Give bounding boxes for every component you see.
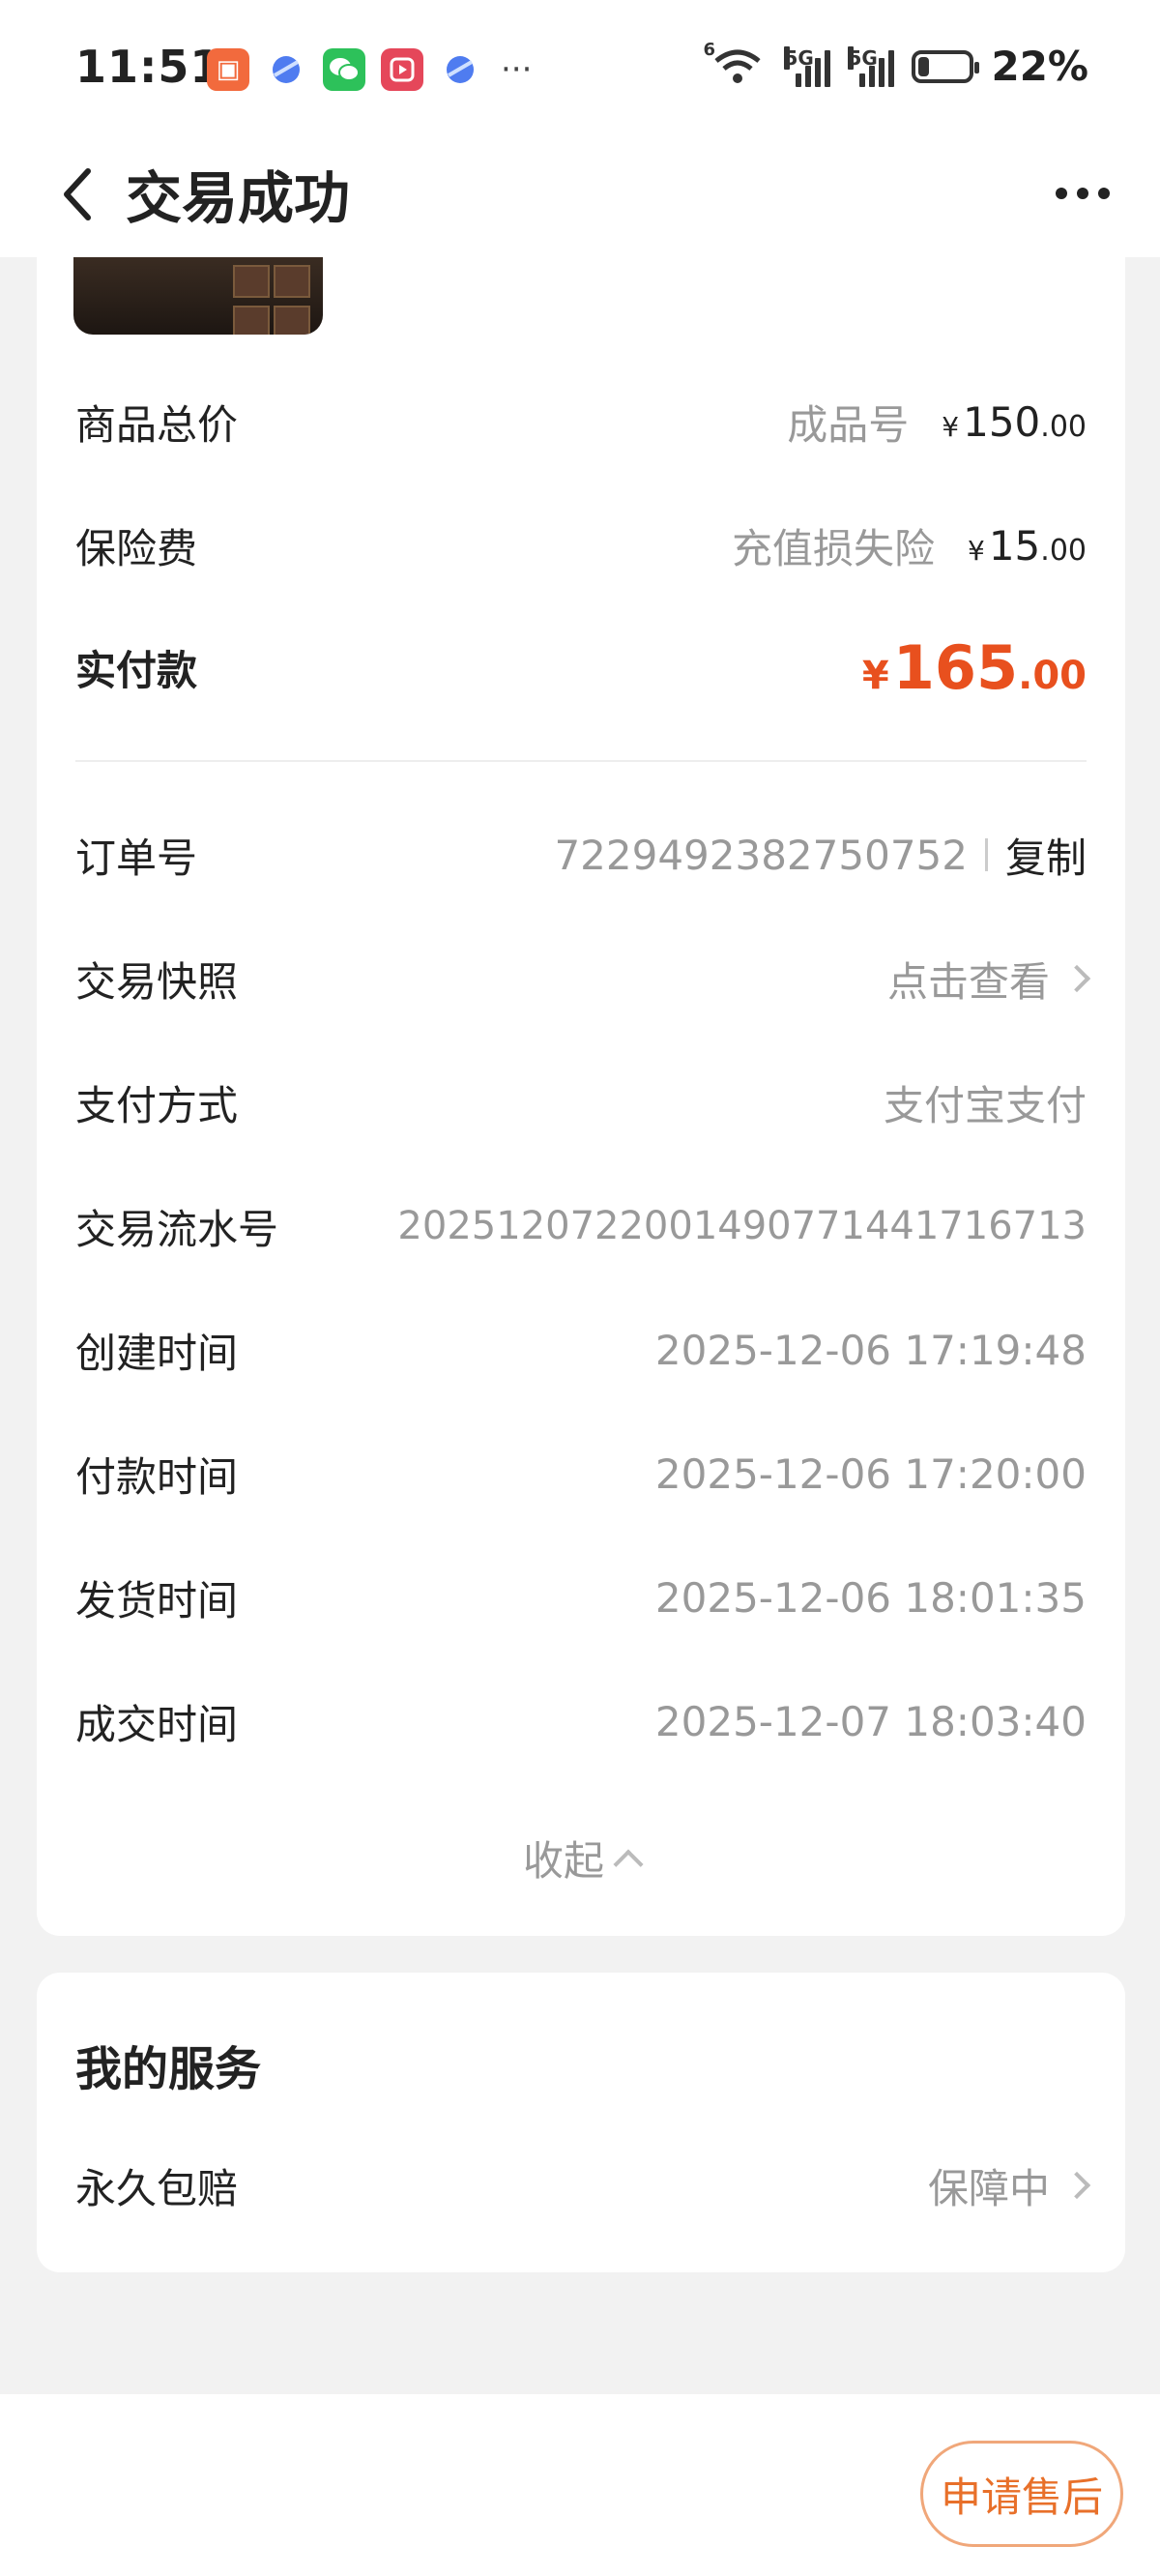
insurance-label: 保险费: [75, 524, 198, 572]
paid-time-label: 付款时间: [75, 1452, 239, 1501]
snapshot-link[interactable]: 点击查看: [886, 950, 1091, 1009]
created-label: 创建时间: [75, 1329, 239, 1377]
copy-button[interactable]: 复制: [1005, 826, 1087, 885]
done-time-row: 成交时间 2025-12-07 18:03:40: [75, 1692, 1087, 1750]
guarantee-label: 永久包赔: [75, 2164, 239, 2212]
pay-method-row: 支付方式 支付宝支付: [75, 1073, 1087, 1131]
shipped-label: 发货时间: [75, 1576, 239, 1625]
browser-app-icon-2: [439, 48, 481, 91]
insurance-type: 充值损失险: [731, 524, 935, 572]
goods-total-label: 商品总价: [75, 400, 239, 449]
more-notifications-icon: ···: [501, 50, 533, 89]
more-dot-icon: [1077, 188, 1088, 199]
currency-symbol: ¥: [968, 534, 985, 567]
shipped-time-row: 发货时间 2025-12-06 18:01:35: [75, 1568, 1087, 1626]
order-no-label: 订单号: [75, 834, 198, 882]
battery-percent: 22%: [991, 43, 1088, 90]
pay-method-label: 支付方式: [75, 1081, 239, 1129]
paid-amount: ¥ 165 .00: [862, 632, 1087, 703]
battery-fill: [918, 56, 930, 76]
kuaishou-app-icon: ▣: [207, 48, 249, 91]
network-type-label: 5G: [784, 45, 814, 70]
guarantee-row[interactable]: 永久包赔 保障中: [75, 2156, 1091, 2215]
signal-icon-sim2: 5G: [848, 45, 895, 87]
bottom-action-bar: 申请售后: [0, 2394, 1160, 2576]
pay-method-value: 支付宝支付: [883, 1081, 1087, 1129]
goods-total-value: 成品号 ¥ 150 .00: [787, 393, 1087, 452]
goods-total-row: 商品总价 成品号 ¥ 150 .00: [75, 393, 1087, 451]
browser-app-icon: [265, 48, 307, 91]
video-app-icon: [381, 48, 423, 91]
price-integer: 165: [892, 631, 1019, 703]
paid-time-row: 付款时间 2025-12-06 17:20:00: [75, 1445, 1087, 1503]
top-nav: 交易成功: [0, 135, 1160, 257]
goods-type: 成品号: [787, 400, 910, 449]
order-no-row: 订单号 7229492382750752 复制: [75, 826, 1087, 884]
product-thumbnail[interactable]: [73, 257, 323, 335]
paid-time-value: 2025-12-06 17:20:00: [654, 1449, 1087, 1498]
wechat-app-icon: [323, 48, 365, 91]
more-dot-icon: [1056, 188, 1067, 199]
services-title: 我的服务: [75, 2042, 262, 2096]
chevron-left-icon: [64, 168, 91, 220]
done-value: 2025-12-07 18:03:40: [654, 1697, 1087, 1745]
chevron-right-icon: [1062, 2171, 1091, 2200]
separator: [984, 838, 988, 871]
status-time: 11:51: [75, 41, 222, 93]
paid-amount-row: 实付款 ¥ 165 .00: [75, 632, 1087, 703]
after-sale-button[interactable]: 申请售后: [920, 2441, 1123, 2547]
created-value: 2025-12-06 17:19:48: [654, 1326, 1087, 1374]
done-label: 成交时间: [75, 1700, 239, 1748]
price-decimal: .00: [1040, 409, 1087, 444]
snapshot-action: 点击查看: [886, 957, 1050, 1006]
collapse-button[interactable]: 收起: [37, 1824, 1125, 1891]
chevron-up-icon: [613, 1849, 644, 1880]
order-detail-card: 商品总价 成品号 ¥ 150 .00 保险费 充值损失险 ¥ 15 .00 实付…: [37, 257, 1125, 1936]
snapshot-label: 交易快照: [75, 957, 239, 1006]
guarantee-status[interactable]: 保障中: [927, 2156, 1091, 2215]
more-dot-icon: [1098, 188, 1110, 199]
guarantee-status-text: 保障中: [927, 2164, 1050, 2212]
wifi-label: 6: [703, 39, 715, 60]
order-no-value: 7229492382750752 复制: [554, 826, 1087, 885]
serial-value: 2025120722001490771441716713: [397, 1204, 1087, 1248]
price-decimal: .00: [1040, 533, 1087, 568]
status-bar: 11:51 ▣ ··· 6 5G 5G 22%: [0, 0, 1160, 135]
my-services-card: 我的服务 永久包赔 保障中: [37, 1973, 1125, 2272]
more-menu-button[interactable]: [1044, 164, 1121, 222]
shipped-value: 2025-12-06 18:01:35: [654, 1573, 1087, 1622]
collapse-label: 收起: [522, 1836, 604, 1885]
chevron-right-icon: [1062, 964, 1091, 993]
price-integer: 15: [988, 521, 1041, 570]
page-title: 交易成功: [126, 165, 351, 231]
currency-symbol: ¥: [942, 410, 960, 443]
serial-row: 交易流水号 2025120722001490771441716713: [75, 1197, 1087, 1255]
back-button[interactable]: [43, 161, 110, 228]
insurance-price: ¥ 15 .00: [968, 522, 1087, 570]
notification-icons: ▣ ···: [207, 48, 532, 91]
signal-icon-sim1: 5G: [784, 45, 831, 87]
wifi-icon: 6: [703, 40, 767, 88]
thumbnail-item-slots: [233, 265, 310, 335]
network-type-label-2: 5G: [848, 45, 878, 70]
currency-symbol: ¥: [861, 653, 889, 698]
order-no: 7229492382750752: [554, 831, 968, 879]
created-time-row: 创建时间 2025-12-06 17:19:48: [75, 1321, 1087, 1379]
system-indicators: 6 5G 5G 22%: [703, 40, 1088, 91]
insurance-row: 保险费 充值损失险 ¥ 15 .00: [75, 516, 1087, 574]
paid-label: 实付款: [75, 646, 198, 694]
battery-icon: [912, 49, 980, 83]
serial-label: 交易流水号: [75, 1205, 279, 1253]
insurance-value: 充值损失险 ¥ 15 .00: [732, 516, 1087, 575]
snapshot-row[interactable]: 交易快照 点击查看: [75, 950, 1091, 1009]
goods-total-price: ¥ 150 .00: [942, 398, 1087, 446]
divider: [75, 760, 1087, 762]
price-decimal: .00: [1018, 653, 1087, 698]
price-integer: 150: [963, 397, 1041, 446]
